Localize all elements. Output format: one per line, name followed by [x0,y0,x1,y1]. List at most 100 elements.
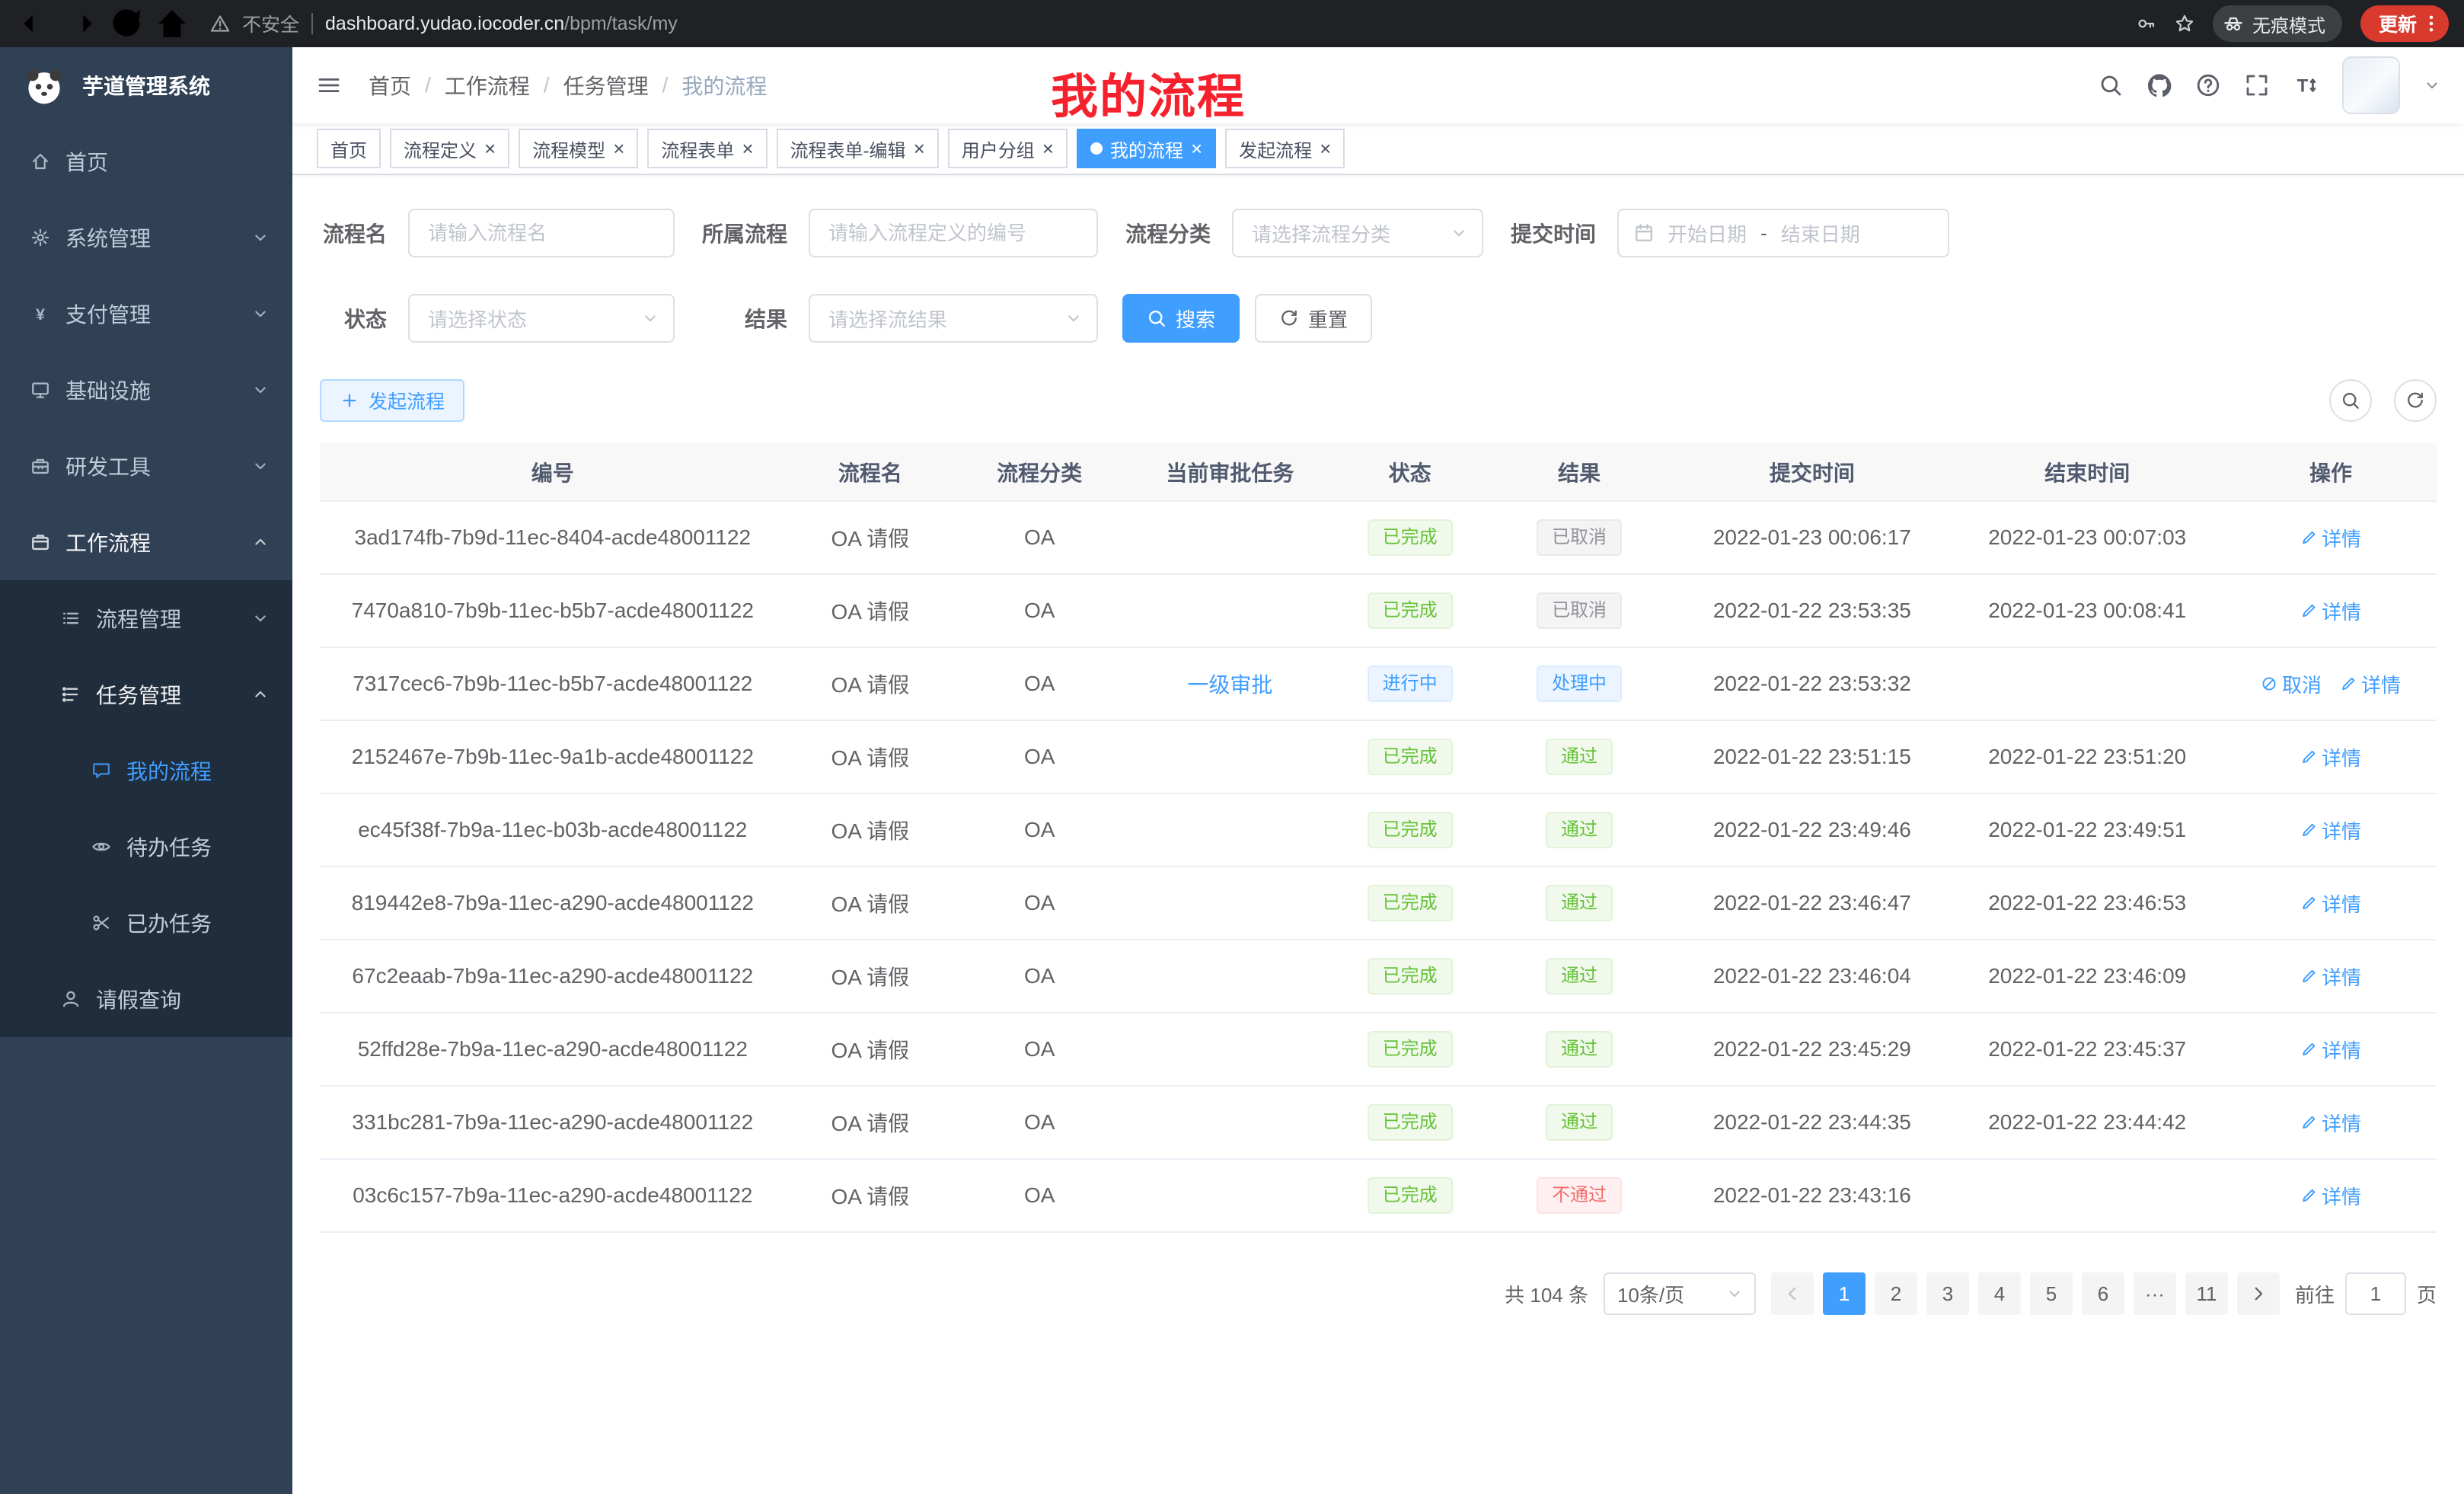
detail-action-button[interactable]: 详情 [2300,1182,2361,1210]
caret-up-icon [253,687,268,702]
action-label: 详情 [2322,962,2361,991]
pager-prev-button[interactable] [1771,1272,1814,1315]
cell-actions: 详情 [2225,793,2437,867]
process-name-input[interactable] [408,209,675,257]
tab-item-0[interactable]: 首页 [317,129,381,168]
detail-action-button[interactable]: 详情 [2300,743,2361,771]
help-icon[interactable] [2196,73,2220,97]
tab-item-3[interactable]: 流程表单× [647,129,767,168]
category-select[interactable]: 请选择流程分类 [1232,209,1483,257]
tab-close-icon[interactable]: × [484,139,496,158]
toggle-search-button[interactable] [2329,379,2372,422]
browser-home-icon[interactable] [152,5,192,42]
avatar[interactable] [2342,56,2400,114]
sidebar-item-label: 首页 [65,146,108,177]
result-select[interactable]: 请选择流结果 [809,294,1098,343]
cell-end-time [1950,1159,2225,1232]
search-button[interactable]: 搜索 [1122,294,1240,343]
pager-page-button[interactable]: 3 [1926,1272,1969,1315]
goto-page-input[interactable] [2345,1272,2406,1315]
tab-close-icon[interactable]: × [1320,139,1331,158]
breadcrumb-item[interactable]: 任务管理 [563,70,649,101]
pager-page-button[interactable]: 4 [1978,1272,2021,1315]
column-header: 编号 [320,443,786,501]
avatar-caret-down-icon[interactable] [2424,78,2440,93]
sidebar-item-workflow[interactable]: 工作流程 [0,504,292,580]
tab-close-icon[interactable]: × [742,139,753,158]
page-size-select[interactable]: 10条/页 [1604,1272,1756,1315]
tab-item-4[interactable]: 流程表单-编辑× [777,129,939,168]
status-select[interactable]: 请选择状态 [408,294,675,343]
create-process-button[interactable]: 发起流程 [320,379,464,422]
tab-close-icon[interactable]: × [914,139,925,158]
pager-page-button[interactable]: 11 [2185,1272,2228,1315]
pager-page-button[interactable]: 2 [1875,1272,1917,1315]
pager-page-button[interactable]: 1 [1823,1272,1866,1315]
sidebar-item-system[interactable]: 系统管理 [0,200,292,276]
browser-menu-dots-icon[interactable] [2421,14,2441,34]
detail-action-button[interactable]: 详情 [2300,524,2361,552]
process-def-input[interactable] [809,209,1098,257]
sidebar-item-leave-query[interactable]: 请假查询 [0,961,292,1037]
detail-action-button[interactable]: 详情 [2340,670,2401,698]
end-date-placeholder[interactable]: 结束日期 [1781,219,1860,247]
star-icon[interactable] [2175,14,2194,34]
sidebar-item-todo-task[interactable]: 待办任务 [0,809,292,885]
reset-button[interactable]: 重置 [1255,294,1372,343]
github-icon[interactable] [2147,73,2172,97]
svg-text:¥: ¥ [36,306,45,324]
current-task-link[interactable]: 一级审批 [1187,673,1272,697]
chevron-down-icon [1451,225,1467,241]
detail-action-button[interactable]: 详情 [2300,597,2361,625]
tab-item-1[interactable]: 流程定义× [390,129,509,168]
browser-update-button[interactable]: 更新 [2360,5,2449,42]
sidebar-item-label: 待办任务 [126,832,212,862]
sidebar-item-home[interactable]: 首页 [0,123,292,200]
font-size-icon[interactable]: T [2293,73,2318,97]
pager-page-button[interactable]: 5 [2030,1272,2073,1315]
sidebar-item-done-task[interactable]: 已办任务 [0,885,292,961]
hamburger-icon[interactable] [317,73,341,97]
detail-action-button[interactable]: 详情 [2300,816,2361,844]
sidebar-item-payment[interactable]: ¥支付管理 [0,276,292,352]
tab-item-5[interactable]: 用户分组× [948,129,1068,168]
security-label[interactable]: 不安全 [242,10,299,37]
sidebar-item-task-mgmt[interactable]: 任务管理 [0,656,292,733]
key-icon[interactable] [2137,14,2156,34]
sidebar-item-infrastructure[interactable]: 基础设施 [0,352,292,428]
tab-item-6[interactable]: 我的流程× [1077,129,1216,168]
start-date-placeholder[interactable]: 开始日期 [1668,219,1747,247]
address-bar[interactable]: 不安全 dashboard.yudao.iocoder.cn/bpm/task/… [210,10,678,37]
sidebar-item-my-process[interactable]: 我的流程 [0,733,292,809]
incognito-icon [2223,14,2243,34]
sidebar-item-devtools[interactable]: 研发工具 [0,428,292,504]
refresh-table-button[interactable] [2394,379,2437,422]
breadcrumb-item[interactable]: 首页 [369,70,411,101]
tab-close-icon[interactable]: × [613,139,624,158]
process-name-label: 流程名 [320,218,387,248]
browser-back-icon[interactable] [15,5,55,42]
pager-next-button[interactable] [2237,1272,2280,1315]
sidebar-item-process-mgmt[interactable]: 流程管理 [0,580,292,656]
incognito-label: 无痕模式 [2252,11,2325,37]
url-text[interactable]: dashboard.yudao.iocoder.cn/bpm/task/my [325,13,678,35]
browser-forward-icon[interactable] [61,5,101,42]
tab-close-icon[interactable]: × [1042,139,1054,158]
tab-close-icon[interactable]: × [1191,139,1202,158]
breadcrumb-item[interactable]: 工作流程 [445,70,530,101]
detail-action-button[interactable]: 详情 [2300,962,2361,991]
browser-reload-icon[interactable] [107,5,146,42]
detail-action-button[interactable]: 详情 [2300,1036,2361,1064]
header-search-icon[interactable] [2099,73,2123,97]
tab-item-2[interactable]: 流程模型× [519,129,638,168]
pager-more-button[interactable]: ··· [2134,1272,2176,1315]
tab-item-7[interactable]: 发起流程× [1225,129,1345,168]
submit-time-range-picker[interactable]: 开始日期 - 结束日期 [1617,209,1949,257]
fullscreen-icon[interactable] [2245,73,2269,97]
detail-action-button[interactable]: 详情 [2300,1109,2361,1137]
cancel-action-button[interactable]: 取消 [2261,670,2322,698]
pager-page-button[interactable]: 6 [2082,1272,2124,1315]
logo[interactable]: 芋道管理系统 [0,47,292,123]
detail-action-button[interactable]: 详情 [2300,889,2361,918]
search-icon [2341,391,2360,410]
